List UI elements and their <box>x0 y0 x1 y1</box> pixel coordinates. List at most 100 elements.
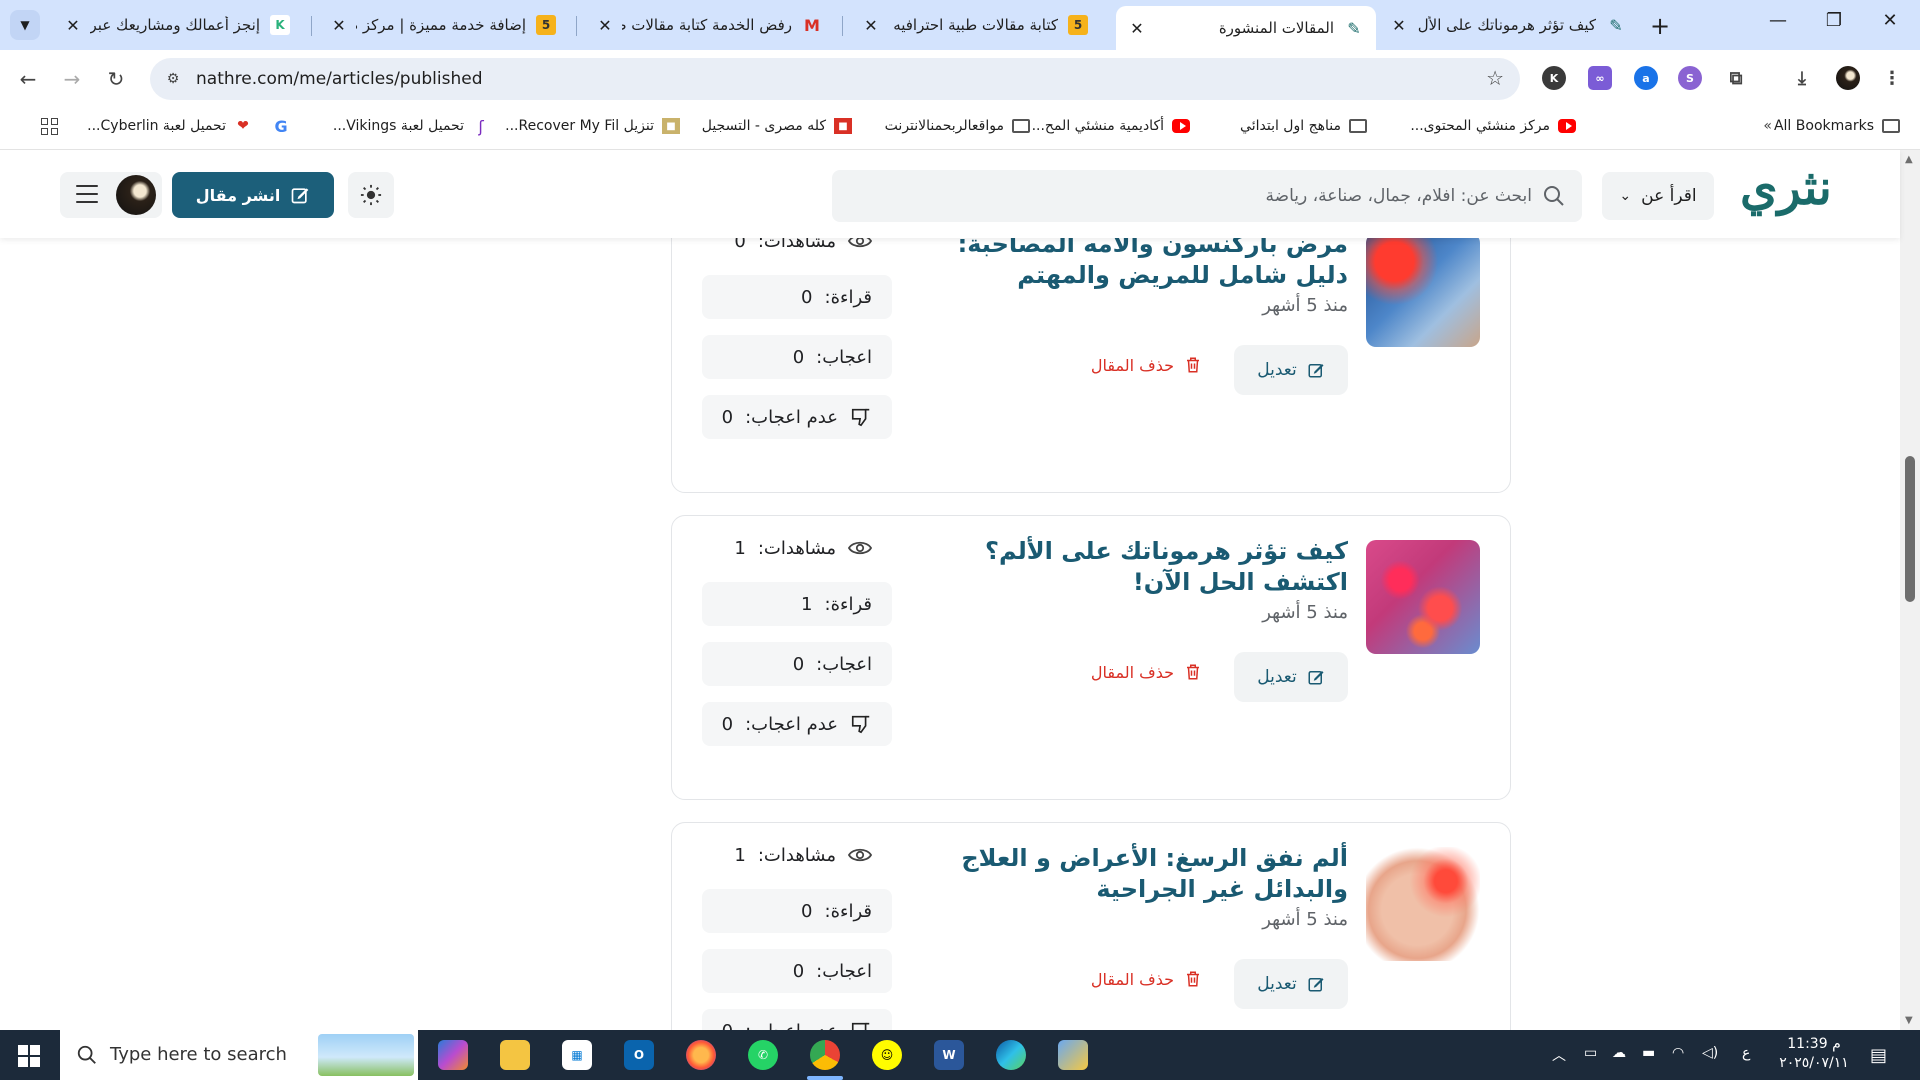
close-window-button[interactable]: ✕ <box>1870 10 1910 31</box>
onedrive-icon[interactable]: ☁ <box>1612 1045 1626 1061</box>
search-box[interactable] <box>832 170 1582 222</box>
microsoft-store-icon[interactable]: ▦ <box>562 1040 592 1070</box>
bookmark-star-icon[interactable]: ☆ <box>1486 66 1504 90</box>
extension-blue-icon[interactable]: a <box>1634 66 1658 90</box>
site-logo[interactable]: نثري <box>1740 160 1832 216</box>
article-thumbnail[interactable] <box>1366 847 1480 961</box>
extension-s-icon[interactable]: S <box>1678 66 1702 90</box>
close-icon[interactable]: ✕ <box>1128 19 1146 38</box>
tab-medical-articles[interactable]: 5 كتابة مقالات طبية احترافيه ✕ <box>850 6 1100 44</box>
apps-grid-icon[interactable] <box>41 118 58 135</box>
folder-icon <box>1012 118 1030 134</box>
tab-search-button[interactable]: ▼ <box>10 10 40 40</box>
delete-article-button[interactable]: حذف المقال <box>1091 969 1202 989</box>
google-bookmark[interactable]: G <box>264 117 290 136</box>
search-input[interactable] <box>882 170 1532 222</box>
tab-gmail[interactable]: M رفض الخدمة كتابة مقالات ط ✕ <box>584 6 834 44</box>
likes-stat: اعجاب: 0 <box>702 335 892 379</box>
snapchat-icon[interactable]: ☺ <box>872 1040 902 1070</box>
tab-add-service[interactable]: 5 إضافة خدمة مميزة | مركز م ✕ <box>318 6 568 44</box>
volume-icon[interactable]: ◁) <box>1702 1045 1718 1061</box>
page-scrollbar[interactable]: ▲ ▼ <box>1900 150 1920 1030</box>
back-button[interactable]: ← <box>14 65 42 93</box>
close-icon[interactable]: ✕ <box>862 16 880 35</box>
search-icon <box>77 1045 96 1064</box>
bookmark-item[interactable]: ■ تنزيل Recover My Fil... <box>505 118 680 134</box>
edge-icon[interactable] <box>996 1040 1026 1070</box>
close-icon[interactable]: ✕ <box>1390 16 1408 35</box>
article-title[interactable]: كيف تؤثر هرموناتك على الألم؟ اكتشف الحل … <box>898 536 1348 598</box>
whatsapp-icon[interactable]: ✆ <box>748 1040 778 1070</box>
tray-device-icon[interactable]: ▭ <box>1584 1045 1597 1061</box>
close-icon[interactable]: ✕ <box>330 16 348 35</box>
dislikes-stat: عدم اعجاب:0 <box>702 395 892 439</box>
minimize-button[interactable]: — <box>1758 10 1798 31</box>
windows-start-icon[interactable] <box>18 1045 40 1067</box>
scroll-down-arrow-icon[interactable]: ▼ <box>1905 1015 1913 1026</box>
youtube-icon <box>1172 118 1190 134</box>
delete-article-button[interactable]: حذف المقال <box>1091 662 1202 682</box>
all-bookmarks[interactable]: All Bookmarks <box>1774 118 1900 134</box>
bookmark-item[interactable]: مواقعالربحمنالانترنت <box>885 118 1030 134</box>
bookmark-item[interactable]: ■ كله مصرى - التسجيل <box>702 118 852 134</box>
edit-article-button[interactable]: تعديل <box>1234 345 1348 395</box>
word-icon[interactable]: W <box>934 1040 964 1070</box>
article-title[interactable]: ألم نفق الرسغ: الأعراض و العلاج والبدائل… <box>898 843 1348 905</box>
tab-title: رفض الخدمة كتابة مقالات ط <box>622 16 792 34</box>
article-thumbnail[interactable] <box>1366 233 1480 347</box>
nathre-icon: ✎ <box>1347 18 1361 38</box>
system-clock[interactable]: 11:39 م ٢٠٢٥/٠٧/١١ <box>1774 1035 1854 1073</box>
notification-icon[interactable]: ▤ <box>1870 1045 1887 1066</box>
edit-article-button[interactable]: تعديل <box>1234 652 1348 702</box>
bookmark-item[interactable]: أكاديمية منشئي المح... <box>1032 118 1190 134</box>
new-tab-button[interactable]: + <box>1650 12 1670 40</box>
close-icon[interactable]: ✕ <box>596 16 614 35</box>
url-text[interactable]: nathre.com/me/articles/published <box>196 69 483 89</box>
file-explorer-icon[interactable] <box>500 1040 530 1070</box>
outlook-icon[interactable]: O <box>624 1040 654 1070</box>
article-thumbnail[interactable] <box>1366 540 1480 654</box>
user-menu[interactable] <box>60 172 162 218</box>
site-info-icon[interactable]: ⚙ <box>162 68 184 90</box>
profile-avatar[interactable] <box>1836 66 1860 90</box>
bookmark-item[interactable]: مركز منشئي المحتوى... <box>1410 118 1576 134</box>
bookmark-item[interactable]: ❤ تحميل لعبة Cyberlin... <box>87 118 252 134</box>
chrome-icon[interactable] <box>810 1040 840 1070</box>
extensions-puzzle-icon[interactable]: ⧉ <box>1724 66 1748 90</box>
wifi-icon[interactable]: ◠ <box>1672 1045 1684 1061</box>
language-indicator[interactable]: ع <box>1742 1045 1750 1061</box>
edit-article-button[interactable]: تعديل <box>1234 959 1348 1009</box>
dislikes-stat: عدم اعجاب:0 <box>702 1009 892 1030</box>
bookmark-item[interactable]: مناهج اول ابتدائي <box>1240 118 1367 134</box>
close-icon[interactable]: ✕ <box>64 16 82 35</box>
maximize-button[interactable]: ❐ <box>1814 10 1854 31</box>
bookmarks-overflow-icon[interactable]: » <box>1763 118 1772 134</box>
publish-article-button[interactable]: انشر مقال <box>172 172 334 218</box>
battery-icon[interactable]: ▬ <box>1642 1045 1655 1061</box>
forward-button[interactable]: → <box>58 65 86 93</box>
tab-freelance[interactable]: K إنجز أعمالك ومشاريعك عبر ا ✕ <box>52 6 302 44</box>
scroll-up-arrow-icon[interactable]: ▲ <box>1905 154 1913 165</box>
tab-hormones-article[interactable]: ✎ كيف تؤثر هرموناتك على الأل ✕ <box>1378 6 1638 44</box>
copilot-icon[interactable] <box>438 1040 468 1070</box>
bookmark-item[interactable]: ʃ تحميل لعبة Vikings... <box>333 117 490 136</box>
delete-article-button[interactable]: حذف المقال <box>1091 355 1202 375</box>
address-bar[interactable]: ⚙ nathre.com/me/articles/published ☆ <box>150 58 1520 100</box>
theme-toggle-button[interactable] <box>348 172 394 218</box>
paint-icon[interactable] <box>1058 1040 1088 1070</box>
firefox-icon[interactable] <box>686 1040 716 1070</box>
menu-kebab-icon[interactable]: ⋮ <box>1880 66 1904 90</box>
avatar[interactable] <box>116 175 156 215</box>
hamburger-menu-icon[interactable] <box>76 185 98 203</box>
article-title[interactable]: مرض باركنسون وآلامه المصاحبة: دليل شامل … <box>898 229 1348 291</box>
search-highlight-image <box>318 1034 414 1076</box>
taskbar-search[interactable]: Type here to search <box>60 1030 418 1080</box>
reload-button[interactable]: ↻ <box>102 65 130 93</box>
download-icon[interactable]: ⤓ <box>1790 66 1814 90</box>
tab-published-articles[interactable]: ✎ المقالات المنشورة ✕ <box>1116 6 1376 50</box>
extension-purple-icon[interactable]: ∞ <box>1588 66 1612 90</box>
tray-overflow-icon[interactable]: ︿ <box>1552 1045 1566 1065</box>
read-about-dropdown[interactable]: اقرأ عن ⌄ <box>1602 172 1714 220</box>
extension-k-icon[interactable]: K <box>1542 66 1566 90</box>
scrollbar-thumb[interactable] <box>1905 456 1915 602</box>
